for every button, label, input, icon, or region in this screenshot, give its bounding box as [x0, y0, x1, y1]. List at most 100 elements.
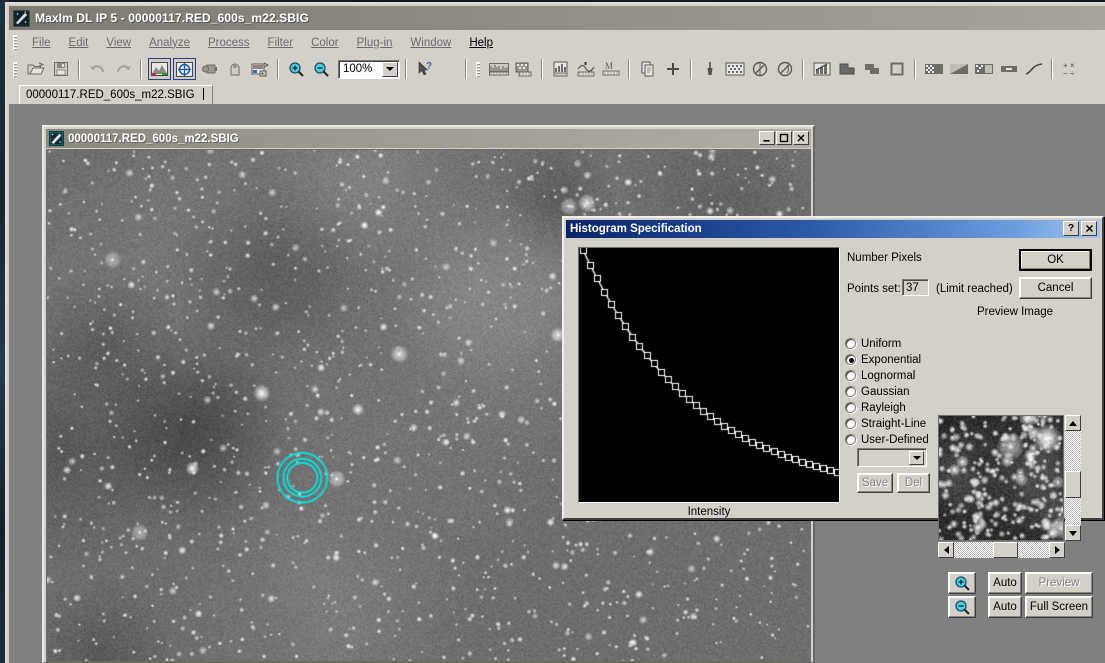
copy-icon[interactable]: [636, 58, 659, 80]
toolbar-separator: [140, 59, 142, 79]
deconvolve-icon[interactable]: [748, 58, 771, 80]
minimize-button[interactable]: [759, 131, 775, 145]
document-tab-strip: 00000117.RED_600s_m22.SBIG: [9, 84, 1105, 104]
crosshair-target-icon[interactable]: [173, 58, 196, 80]
histogram-curve-canvas[interactable]: [579, 248, 839, 502]
auto-stretch-top-button[interactable]: Auto: [988, 572, 1022, 594]
gradient-c-icon[interactable]: [972, 58, 995, 80]
preview-zoom-out-button[interactable]: [948, 596, 976, 618]
radio-gaussian[interactable]: Gaussian: [845, 384, 910, 399]
full-screen-label: Full Screen: [1029, 601, 1089, 613]
chart-icon[interactable]: [810, 58, 833, 80]
line-profile-icon[interactable]: [574, 58, 597, 80]
measure-icon[interactable]: M: [599, 58, 622, 80]
camera-control-icon[interactable]: [198, 58, 221, 80]
screen-stretch-icon[interactable]: [148, 58, 171, 80]
cancel-button[interactable]: Cancel: [1019, 277, 1092, 299]
gradient-b-icon[interactable]: [947, 58, 970, 80]
ok-button[interactable]: OK: [1019, 249, 1092, 271]
document-tab[interactable]: 00000117.RED_600s_m22.SBIG: [19, 85, 213, 104]
graph-window-icon[interactable]: [549, 58, 572, 80]
radio-lognormal[interactable]: Lognormal: [845, 368, 915, 383]
radio-exponential[interactable]: Exponential: [845, 352, 921, 367]
dialog-title-buttons: ?: [1063, 221, 1097, 236]
preview-horizontal-scrollbar[interactable]: [938, 542, 1065, 558]
app-title-bar[interactable]: MaxIm DL IP 5 - 00000117.RED_600s_m22.SB…: [9, 6, 1105, 30]
save-preset-button[interactable]: Save: [857, 473, 893, 493]
save-icon[interactable]: [49, 58, 72, 80]
menu-item-filter[interactable]: Filter: [259, 35, 303, 51]
radio-rayleigh[interactable]: Rayleigh: [845, 400, 906, 415]
radio-uniform[interactable]: Uniform: [845, 336, 901, 351]
mask-icon[interactable]: [835, 58, 858, 80]
toolbar-separator: [802, 59, 804, 79]
menu-item-color[interactable]: Color: [302, 35, 347, 51]
menu-item-file[interactable]: File: [23, 35, 60, 51]
menu-item-analyze[interactable]: Analyze: [140, 35, 199, 51]
add-icon[interactable]: [661, 58, 684, 80]
dialog-title-bar[interactable]: Histogram Specification ?: [566, 220, 1100, 238]
preview-vertical-scrollbar[interactable]: [1065, 415, 1081, 541]
menu-item-view-label: View: [106, 36, 132, 49]
zoom-in-icon[interactable]: [285, 58, 308, 80]
maximize-button[interactable]: [776, 131, 792, 145]
menu-item-edit[interactable]: Edit: [60, 35, 98, 51]
toolbar-separator: [690, 59, 692, 79]
horizontal-scroll-thumb[interactable]: [993, 542, 1018, 558]
zoom-level-combo[interactable]: 100%: [338, 59, 400, 79]
scroll-left-button[interactable]: [938, 542, 954, 558]
mdi-client-area: 00000117.RED_600s_m22.SBIG Histogram Spe…: [9, 104, 1105, 663]
preview-image-frame[interactable]: [938, 415, 1064, 541]
preview-button[interactable]: Preview: [1025, 572, 1093, 594]
radio-user-defined[interactable]: User-Defined: [845, 432, 929, 447]
menu-grip[interactable]: [13, 35, 17, 50]
preset-combo[interactable]: [857, 448, 927, 467]
dialog-help-button[interactable]: ?: [1063, 221, 1079, 236]
toolbar-grip[interactable]: [13, 61, 17, 77]
zoom-in-icon: [954, 575, 970, 591]
close-button[interactable]: [793, 131, 809, 145]
noise-filter-icon[interactable]: [723, 58, 746, 80]
brush-icon[interactable]: [698, 58, 721, 80]
scroll-up-button[interactable]: [1065, 415, 1081, 431]
math-ops-icon[interactable]: + × − ÷: [1059, 58, 1082, 80]
help-pointer-icon[interactable]: ?: [413, 58, 436, 80]
toolbar-grip-2[interactable]: [476, 61, 480, 77]
select-square-icon[interactable]: [885, 58, 908, 80]
radio-gaussian-label: Gaussian: [861, 385, 910, 398]
scroll-right-button[interactable]: [1049, 542, 1065, 558]
curve-icon[interactable]: [1022, 58, 1045, 80]
radio-straight-line[interactable]: Straight-Line: [845, 416, 926, 431]
points-set-field[interactable]: 37: [902, 279, 929, 296]
histogram-icon[interactable]: [487, 58, 510, 80]
flat-icon[interactable]: [997, 58, 1020, 80]
chevron-down-icon[interactable]: [909, 451, 924, 465]
menu-item-help[interactable]: Help: [460, 35, 502, 51]
del-preset-button[interactable]: Del: [897, 473, 930, 493]
chevron-down-icon[interactable]: [382, 61, 398, 77]
scroll-down-button[interactable]: [1065, 525, 1081, 541]
menu-item-edit-label: Edit: [68, 36, 89, 49]
toolbar-separator: [914, 59, 916, 79]
preview-zoom-in-button[interactable]: [948, 572, 976, 594]
observatory-icon[interactable]: [223, 58, 246, 80]
menu-item-view[interactable]: View: [97, 35, 140, 51]
overlay-icon[interactable]: [860, 58, 883, 80]
open-icon[interactable]: [24, 58, 47, 80]
image-window-title-bar[interactable]: 00000117.RED_600s_m22.SBIG: [46, 129, 811, 148]
zoom-out-icon[interactable]: [310, 58, 333, 80]
image-calibration-icon[interactable]: +: [248, 58, 271, 80]
deconvolve-alt-icon[interactable]: [773, 58, 796, 80]
gradient-a-icon[interactable]: [922, 58, 945, 80]
menu-item-window[interactable]: Window: [401, 35, 460, 51]
dialog-close-button[interactable]: [1081, 221, 1097, 236]
histogram-plot-box[interactable]: [578, 247, 840, 503]
menu-item-plugin[interactable]: Plug-in: [348, 35, 402, 51]
undo-icon[interactable]: [86, 58, 109, 80]
menu-item-process[interactable]: Process: [199, 35, 259, 51]
vertical-scroll-thumb[interactable]: [1065, 471, 1081, 498]
pixel-math-icon[interactable]: [512, 58, 535, 80]
auto-stretch-bottom-button[interactable]: Auto: [988, 596, 1022, 618]
redo-icon[interactable]: [111, 58, 134, 80]
full-screen-button[interactable]: Full Screen: [1025, 596, 1093, 618]
